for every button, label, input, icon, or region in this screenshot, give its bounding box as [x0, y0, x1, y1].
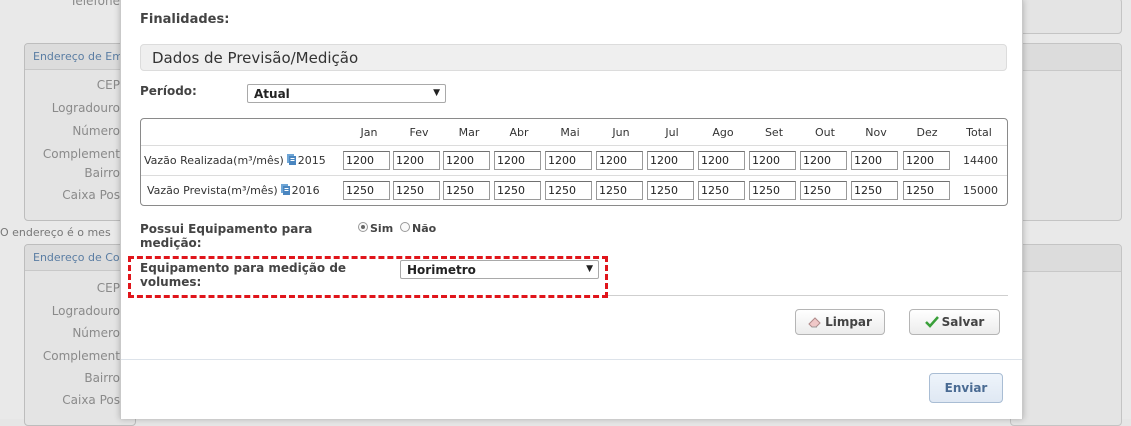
table-header-cell: Fev: [409, 126, 429, 139]
bg-panel-title: Endereço de Emp: [25, 44, 135, 70]
vazao-realizada-input[interactable]: 1200: [393, 151, 440, 170]
bg-field-label: Complement: [42, 147, 120, 161]
salvar-button[interactable]: Salvar: [909, 309, 1000, 335]
vazao-prevista-label: Vazão Prevista(m³/mês): [147, 184, 278, 197]
table-header-cell: Dez: [916, 126, 938, 139]
divider: [121, 359, 1022, 360]
vazao-realizada-input[interactable]: 1200: [343, 151, 390, 170]
possui-equipamento-label: Possui Equipamento para medição:: [140, 222, 313, 250]
document-icon[interactable]: [286, 154, 296, 165]
vazao-prevista-input[interactable]: 1250: [494, 181, 541, 200]
vazao-prevista-input[interactable]: 1250: [545, 181, 592, 200]
bg-note: O endereço é o mes: [0, 226, 111, 239]
bg-field-label: Logradouro: [51, 101, 120, 115]
finalidades-label: Finalidades:: [140, 12, 230, 27]
vazao-realizada-input[interactable]: 1200: [545, 151, 592, 170]
divider: [608, 295, 1008, 296]
radio-sim[interactable]: [358, 222, 368, 232]
equipamento-label: Equipamento para medição de volumes:: [140, 261, 347, 289]
check-icon: [924, 316, 939, 328]
radio-nao[interactable]: [400, 222, 410, 232]
modal-dialog: Finalidades: Dados de Previsão/Medição P…: [120, 0, 1023, 419]
row-divider: [141, 145, 1007, 146]
vazao-prevista-input[interactable]: 1250: [698, 181, 745, 200]
vazao-prevista-input[interactable]: 1250: [800, 181, 847, 200]
table-row-label: Vazão Realizada(m³/mês) 2015: [144, 154, 326, 167]
vazao-realizada-input[interactable]: 1200: [698, 151, 745, 170]
vazao-realizada-input[interactable]: 1200: [647, 151, 694, 170]
table-header-cell: Nov: [865, 126, 887, 139]
total-value: 14400: [963, 154, 998, 167]
table-header-cell: Mai: [560, 126, 580, 139]
row-divider: [141, 175, 1007, 176]
table-header-cell: Jan: [360, 126, 378, 139]
vazao-realizada-input[interactable]: 1200: [494, 151, 541, 170]
section-header: Dados de Previsão/Medição: [140, 44, 1007, 71]
bg-field-label: Logradouro: [51, 304, 120, 318]
radio-sim-label: Sim: [370, 222, 394, 235]
eraser-icon: [808, 317, 821, 328]
chevron-down-icon: ▼: [433, 88, 440, 98]
table-header-cell: Jul: [665, 126, 679, 139]
bg-field-label: Caixa Pos: [62, 188, 120, 202]
limpar-label: Limpar: [825, 315, 872, 329]
bg-right-panel: [1010, 244, 1122, 426]
vazao-realizada-input[interactable]: 1200: [800, 151, 847, 170]
table-row-label: Vazão Prevista(m³/mês) 2016: [147, 184, 320, 197]
bg-field-label: Caixa Pos: [62, 393, 120, 407]
vazao-realizada-year: 2015: [297, 154, 326, 167]
vazao-prevista-input[interactable]: 1250: [647, 181, 694, 200]
salvar-label: Salvar: [941, 315, 985, 329]
bg-field-label: Número: [72, 326, 120, 340]
table-header-cell: Out: [815, 126, 835, 139]
bg-right-panel: [1010, 0, 1122, 34]
vazao-prevista-input[interactable]: 1250: [903, 181, 950, 200]
table-header-cell: Ago: [712, 126, 734, 139]
bg-field-label: Número: [72, 124, 120, 138]
bg-field-label: Bairro: [84, 371, 120, 385]
vazao-realizada-input[interactable]: 1200: [749, 151, 796, 170]
vazao-prevista-year: 2016: [291, 184, 320, 197]
enviar-button[interactable]: Enviar: [929, 373, 1003, 403]
total-value: 15000: [963, 184, 998, 197]
vazao-realizada-input[interactable]: 1200: [851, 151, 898, 170]
vazao-prevista-input[interactable]: 1250: [393, 181, 440, 200]
equipamento-select[interactable]: Horimetro ▼: [400, 260, 599, 279]
bg-panel-title: Endereço de Corr: [25, 245, 135, 271]
equipamento-select-value: Horimetro: [407, 263, 476, 277]
radio-nao-label: Não: [412, 222, 437, 235]
vazao-realizada-input[interactable]: 1200: [443, 151, 490, 170]
vazao-table: Jan Fev Mar Abr Mai Jun Jul Ago Set Out …: [140, 118, 1008, 206]
table-header-cell: Mar: [458, 126, 480, 139]
vazao-realizada-label: Vazão Realizada(m³/mês): [144, 154, 284, 167]
vazao-realizada-input[interactable]: 1200: [903, 151, 950, 170]
document-icon[interactable]: [280, 184, 290, 195]
table-header-cell: Jun: [612, 126, 630, 139]
periodo-select[interactable]: Atual ▼: [247, 84, 446, 103]
bg-telefone-label: Telefone: [70, 0, 120, 8]
bg-right-panel: [1010, 43, 1122, 221]
section-title: Dados de Previsão/Medição: [152, 49, 359, 67]
bg-field-label: CEP: [96, 78, 120, 92]
vazao-prevista-input[interactable]: 1250: [596, 181, 643, 200]
possui-equipamento-radio-group: Sim Não: [358, 222, 436, 235]
bg-field-label: Bairro: [84, 166, 120, 180]
table-header-cell: Set: [764, 126, 784, 139]
bg-field-label: CEP: [96, 281, 120, 295]
vazao-prevista-input[interactable]: 1250: [851, 181, 898, 200]
bg-field-label: Complement: [42, 349, 120, 363]
periodo-select-value: Atual: [254, 87, 290, 101]
vazao-realizada-input[interactable]: 1200: [596, 151, 643, 170]
vazao-prevista-input[interactable]: 1250: [343, 181, 390, 200]
chevron-down-icon: ▼: [586, 264, 593, 274]
vazao-prevista-input[interactable]: 1250: [749, 181, 796, 200]
table-header-cell: Abr: [509, 126, 529, 139]
vazao-prevista-input[interactable]: 1250: [443, 181, 490, 200]
periodo-label: Período:: [140, 84, 197, 98]
limpar-button[interactable]: Limpar: [795, 309, 885, 335]
table-header-cell: Total: [966, 126, 992, 139]
